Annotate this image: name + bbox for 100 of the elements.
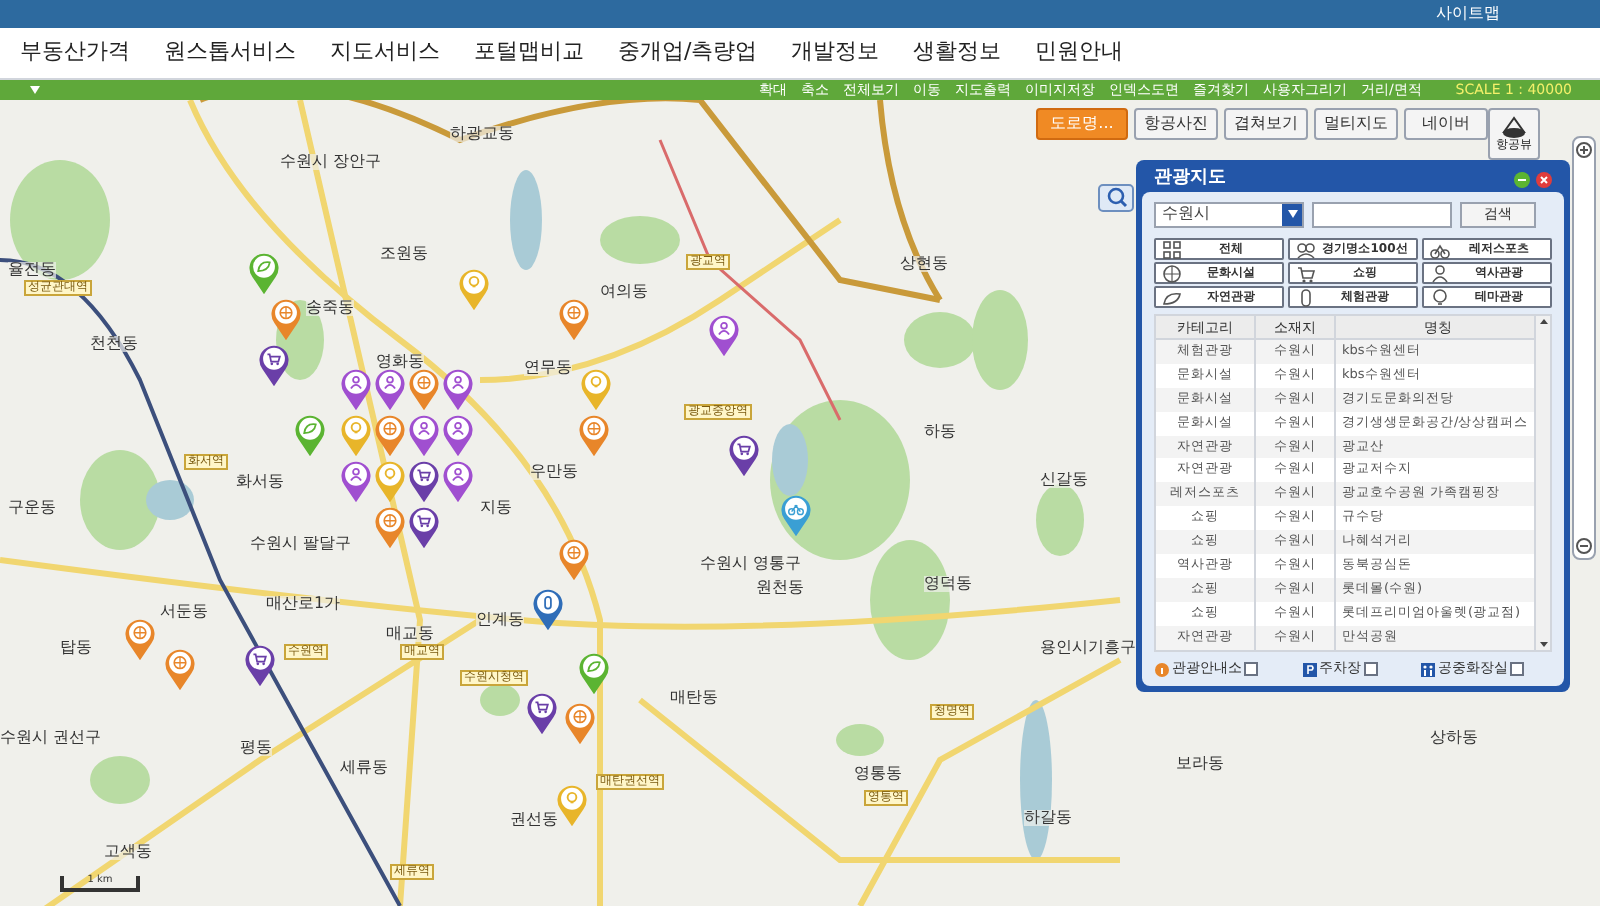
zoom-out-icon[interactable] [1576,538,1592,554]
search-tab-icon[interactable] [1098,184,1134,212]
map-marker[interactable] [580,368,612,412]
dropdown-icon [1287,210,1297,218]
map-marker[interactable] [408,506,440,550]
place-label: 송죽동 [306,300,354,316]
map-marker[interactable] [728,434,760,478]
place-label: 탑동 [60,640,92,656]
minimize-icon[interactable] [1514,171,1530,187]
map-marker[interactable] [124,618,156,662]
toilet-icon [1420,661,1436,678]
grid-category-icon [1162,239,1182,259]
culture-category-icon [1162,263,1182,283]
map-marker[interactable] [780,494,812,538]
place-label: 하갈동 [1024,810,1072,826]
park-area [90,756,150,804]
map-marker[interactable] [442,460,474,504]
map-marker[interactable] [526,692,558,736]
place-label: 평동 [240,740,272,756]
sitemap-link[interactable]: 사이트맵 [1436,6,1500,22]
map-marker[interactable] [558,538,590,582]
place-label: 여의동 [600,284,648,300]
close-icon[interactable] [1536,171,1552,187]
map-marker[interactable] [442,414,474,458]
map-marker[interactable] [458,268,490,312]
history-category-icon [1430,263,1450,283]
scrollbar[interactable] [1534,316,1550,650]
place-label: 연무동 [524,360,572,376]
map-marker[interactable] [578,652,610,696]
map-marker[interactable] [374,460,406,504]
place-label: 매탄동 [670,690,718,706]
map-marker[interactable] [258,344,290,388]
map-marker[interactable] [374,506,406,550]
park-area [1036,484,1084,556]
park-area [480,684,520,716]
shopping-category-icon [1296,263,1316,283]
place-label: 수원시 권선구 [0,730,102,746]
place-label: 하광교동 [450,126,514,142]
filter-checkbox[interactable] [1510,662,1524,677]
map-marker[interactable] [564,702,596,746]
menu-item[interactable]: 부동산가격 [20,36,130,70]
map-marker[interactable] [558,298,590,342]
map-marker[interactable] [164,648,196,692]
place-label: 영통동 [854,766,902,782]
map-type-tab[interactable]: 멀티지도 [1314,108,1398,140]
filter-checkbox[interactable] [1363,662,1377,677]
place-label: 용인시기흥구 [1040,640,1136,656]
place-label: 매교동 [386,626,434,642]
place-label: 화서동 [236,474,284,490]
map-marker[interactable] [408,368,440,412]
nature-category-icon [1162,287,1182,307]
map-marker[interactable] [556,784,588,828]
place-label: 수원시 팔달구 [250,536,352,552]
dropdown-icon[interactable] [30,86,40,94]
map-marker[interactable] [442,368,474,412]
map-marker[interactable] [270,298,302,342]
menu-item[interactable]: 포털맵비교 [474,36,584,70]
place-label: 매산로1가 [266,596,341,612]
map-marker[interactable] [708,314,740,358]
map-marker[interactable] [340,368,372,412]
region-select[interactable]: 수원시 [1154,201,1304,227]
theme-category-icon [1430,287,1450,307]
map-marker[interactable] [408,460,440,504]
place-label: 권선동 [510,812,558,828]
zoom-in-icon[interactable] [1576,142,1592,158]
map-marker[interactable] [294,414,326,458]
map-type-tab[interactable]: 항공사진 [1134,108,1218,140]
map-type-tab[interactable]: 겹쳐보기 [1224,108,1308,140]
place-label: 우만동 [530,464,578,480]
park-area [600,216,680,264]
place-label: 인계동 [476,612,524,628]
menu-item[interactable]: 생활정보 [913,36,1002,70]
map-marker[interactable] [532,588,564,632]
search-field[interactable] [1312,201,1452,227]
scroll-up-icon[interactable] [1537,316,1549,328]
place-label: 고색동 [104,844,152,860]
leisure-category-icon [1430,239,1450,259]
map-marker[interactable] [244,644,276,688]
map-marker[interactable] [374,414,406,458]
map-marker[interactable] [408,414,440,458]
map-marker[interactable] [248,252,280,296]
place-label: 수원시 장안구 [280,154,382,170]
park-area [80,450,160,550]
map-marker[interactable] [340,414,372,458]
filter-checkbox[interactable] [1244,662,1258,677]
park-area [10,160,110,280]
info-icon [1154,661,1170,678]
map-marker[interactable] [340,460,372,504]
menu-item[interactable]: 지도서비스 [330,36,440,70]
map-marker[interactable] [578,414,610,458]
menu-item[interactable]: 개발정보 [791,36,880,70]
map-marker[interactable] [374,368,406,412]
menu-item[interactable]: 원스톱서비스 [164,36,296,70]
aerial-camera-icon [1500,116,1528,140]
map-type-tab[interactable]: 네이버 [1404,108,1488,140]
menu-item[interactable]: 중개업/측량업 [618,36,758,70]
lake-area [510,170,542,270]
place-label: 지동 [480,500,512,516]
experience-category-icon [1296,287,1316,307]
menu-item[interactable]: 민원안내 [1035,36,1124,70]
